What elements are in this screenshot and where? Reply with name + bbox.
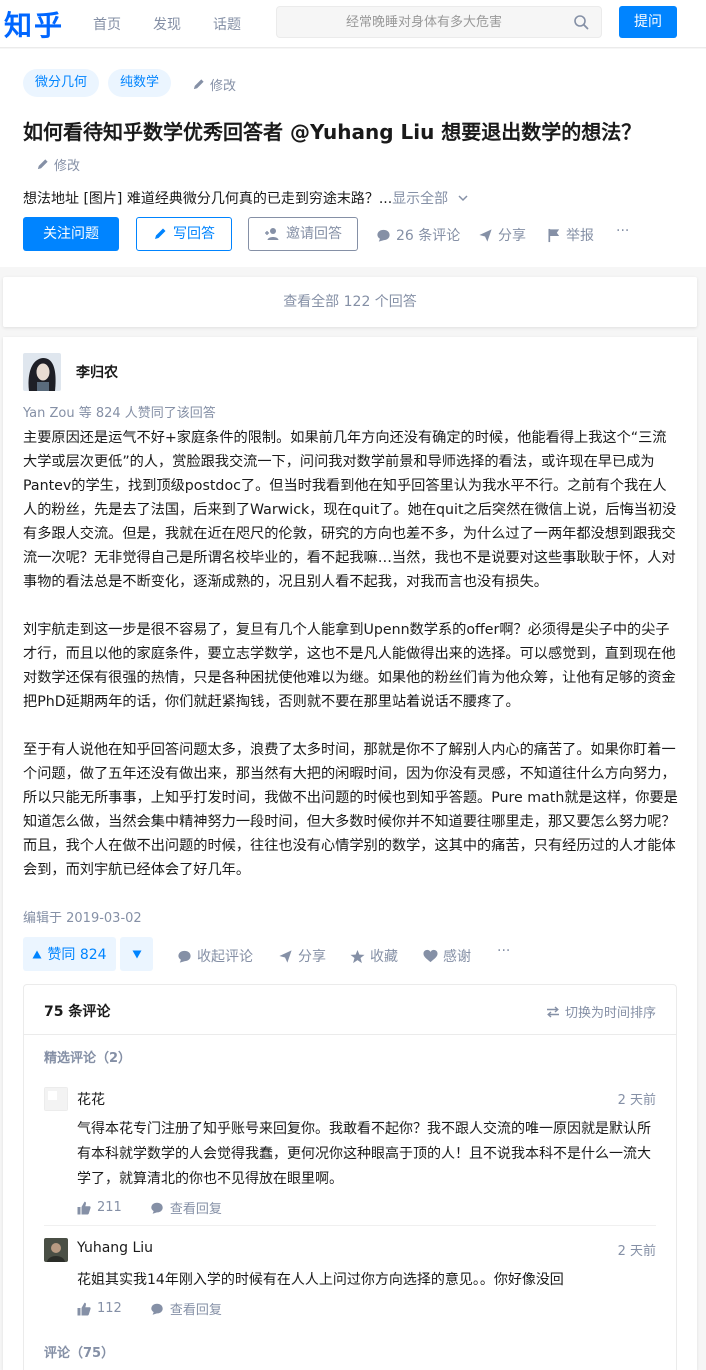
triangle-up-icon — [32, 950, 42, 958]
show-all-link[interactable]: 显示全部 — [392, 191, 448, 207]
answer-paragraph: 主要原因还是运气不好+家庭条件的限制。如果前几年方向还没有确定的时候，他能看得上… — [23, 430, 677, 590]
search-input[interactable] — [277, 7, 557, 37]
share-icon — [279, 949, 292, 963]
collect-label: 收藏 — [370, 949, 398, 965]
share-icon — [479, 228, 492, 242]
upvote-button[interactable]: 赞同 824 — [23, 937, 116, 971]
collect-button[interactable]: 收藏 — [350, 946, 398, 966]
answer-paragraph: 刘宇航走到这一步是很不容易了，复旦有几个人能拿到Upenn数学系的offer啊？… — [23, 622, 676, 710]
comment-actions: 112 查看回复 — [77, 1299, 222, 1318]
description-text: 想法地址 [图片] 难道经典微分几何真的已走到穷途末路？... — [23, 191, 393, 207]
report-button[interactable]: 举报 — [547, 225, 594, 245]
view-replies-link[interactable]: 查看回复 — [170, 1299, 222, 1318]
collapse-comments-label: 收起评论 — [197, 949, 253, 965]
topic-tag-pure-math[interactable]: 纯数学 — [108, 69, 172, 97]
author-avatar[interactable] — [23, 353, 61, 391]
star-icon — [350, 949, 365, 963]
thanks-button[interactable]: 感谢 — [423, 946, 471, 966]
title-edit-link[interactable]: 修改 — [36, 155, 80, 174]
write-answer-button[interactable]: 写回答 — [136, 217, 232, 251]
question-title: 如何看待知乎数学优秀回答者 @Yuhang Liu 想要退出数学的想法？ — [23, 120, 642, 144]
question-header: 微分几何 纯数学 修改 如何看待知乎数学优秀回答者 @Yuhang Liu 想要… — [0, 49, 706, 267]
commenter-avatar[interactable] — [44, 1238, 68, 1262]
comment-icon — [151, 1202, 163, 1214]
nav-discover[interactable]: 发现 — [153, 14, 181, 34]
topic-edit-link[interactable]: 修改 — [192, 75, 236, 94]
answer-content: 主要原因还是运气不好+家庭条件的限制。如果前几年方向还没有确定的时候，他能看得上… — [23, 426, 679, 906]
topic-tag-differential-geometry[interactable]: 微分几何 — [23, 69, 100, 97]
comment-icon — [178, 950, 191, 963]
switch-icon — [546, 1005, 559, 1018]
pencil-icon — [37, 159, 48, 170]
pencil-icon — [155, 228, 166, 239]
pencil-icon — [193, 79, 204, 90]
share-label: 分享 — [498, 228, 526, 244]
edit-label: 修改 — [54, 159, 81, 174]
nav-home[interactable]: 首页 — [93, 14, 121, 34]
answer-card: 李归农 Yan Zou 等 824 人赞同了该回答 主要原因还是运气不好+家庭条… — [3, 337, 697, 1370]
comments-panel: 75 条评论 切换为时间排序 精选评论（2） 花花 2 天前 气得本花专门注册了… — [23, 984, 677, 1370]
view-all-answers-link[interactable]: 查看全部 122 个回答 — [3, 277, 697, 327]
answer-share-button[interactable]: 分享 — [278, 946, 326, 966]
question-comments-button[interactable]: 26 条评论 — [376, 225, 460, 245]
flag-icon — [548, 228, 560, 242]
triangle-down-icon — [132, 950, 141, 958]
question-description: 想法地址 [图片] 难道经典微分几何真的已走到穷途末路？...显示全部 — [23, 188, 469, 208]
comment-time: 2 天前 — [617, 1244, 656, 1259]
comment-divider — [44, 1225, 656, 1226]
thumbs-up-icon[interactable] — [77, 1201, 91, 1215]
search-box — [276, 6, 602, 38]
edited-timestamp[interactable]: 编辑于 2019-03-02 — [23, 907, 142, 926]
collapse-comments-button[interactable]: 收起评论 — [177, 946, 253, 966]
chevron-down-icon[interactable] — [457, 193, 469, 203]
voters-summary[interactable]: Yan Zou 等 824 人赞同了该回答 — [23, 402, 216, 421]
follow-question-button[interactable]: 关注问题 — [23, 217, 119, 251]
comment-time: 2 天前 — [617, 1093, 656, 1108]
sort-toggle-button[interactable]: 切换为时间排序 — [546, 1002, 656, 1021]
commenter-name[interactable]: 花花 — [77, 1089, 105, 1109]
more-menu-button[interactable]: ··· — [616, 223, 629, 239]
downvote-button[interactable] — [120, 937, 153, 971]
top-navbar: 知乎 首页 发现 话题 提问 — [0, 0, 706, 48]
question-share-button[interactable]: 分享 — [478, 225, 526, 245]
share-label: 分享 — [298, 949, 326, 965]
all-comments-heading: 评论（75） — [44, 1346, 115, 1361]
sort-toggle-label: 切换为时间排序 — [564, 1006, 656, 1021]
view-replies-link[interactable]: 查看回复 — [170, 1198, 222, 1217]
comments-count: 75 条评论 — [44, 1004, 111, 1020]
comment-icon — [151, 1303, 163, 1315]
heart-icon — [423, 949, 438, 963]
answer-more-button[interactable]: ··· — [497, 943, 510, 959]
report-label: 举报 — [566, 228, 594, 244]
featured-comments-heading: 精选评论（2） — [44, 1051, 132, 1066]
like-count[interactable]: 211 — [97, 1200, 122, 1215]
ask-button[interactable]: 提问 — [619, 6, 677, 38]
thumbs-up-icon[interactable] — [77, 1302, 91, 1316]
comments-header: 75 条评论 切换为时间排序 — [24, 985, 676, 1035]
search-icon[interactable] — [573, 14, 589, 30]
author-name[interactable]: 李归农 — [76, 362, 118, 382]
comment-text: 气得本花专门注册了知乎账号来回复你。我敢看不起你？我不跟人交流的唯一原因就是默认… — [77, 1121, 651, 1187]
answer-paragraph: 至于有人说他在知乎回答问题太多，浪费了太多时间，那就是你不了解别人内心的痛苦了。… — [23, 742, 678, 878]
thanks-label: 感谢 — [443, 949, 471, 965]
comment-actions: 211 查看回复 — [77, 1198, 222, 1217]
comment-text: 花姐其实我14年刚入学的时候有在人人上问过你方向选择的意见。。你好像没回 — [77, 1272, 564, 1288]
like-count[interactable]: 112 — [97, 1301, 122, 1316]
add-user-icon — [265, 228, 279, 240]
invite-answer-button[interactable]: 邀请回答 — [248, 217, 358, 251]
comments-count: 26 条评论 — [396, 228, 461, 244]
commenter-name[interactable]: Yuhang Liu — [77, 1240, 153, 1256]
commenter-avatar[interactable] — [44, 1087, 68, 1111]
invite-answer-label: 邀请回答 — [286, 226, 342, 242]
nav-topics[interactable]: 话题 — [213, 14, 241, 34]
write-answer-label: 写回答 — [173, 226, 215, 242]
comment-icon — [377, 229, 390, 242]
upvote-label: 赞同 824 — [47, 947, 107, 963]
zhihu-logo[interactable]: 知乎 — [4, 4, 64, 44]
edit-label: 修改 — [210, 79, 237, 94]
